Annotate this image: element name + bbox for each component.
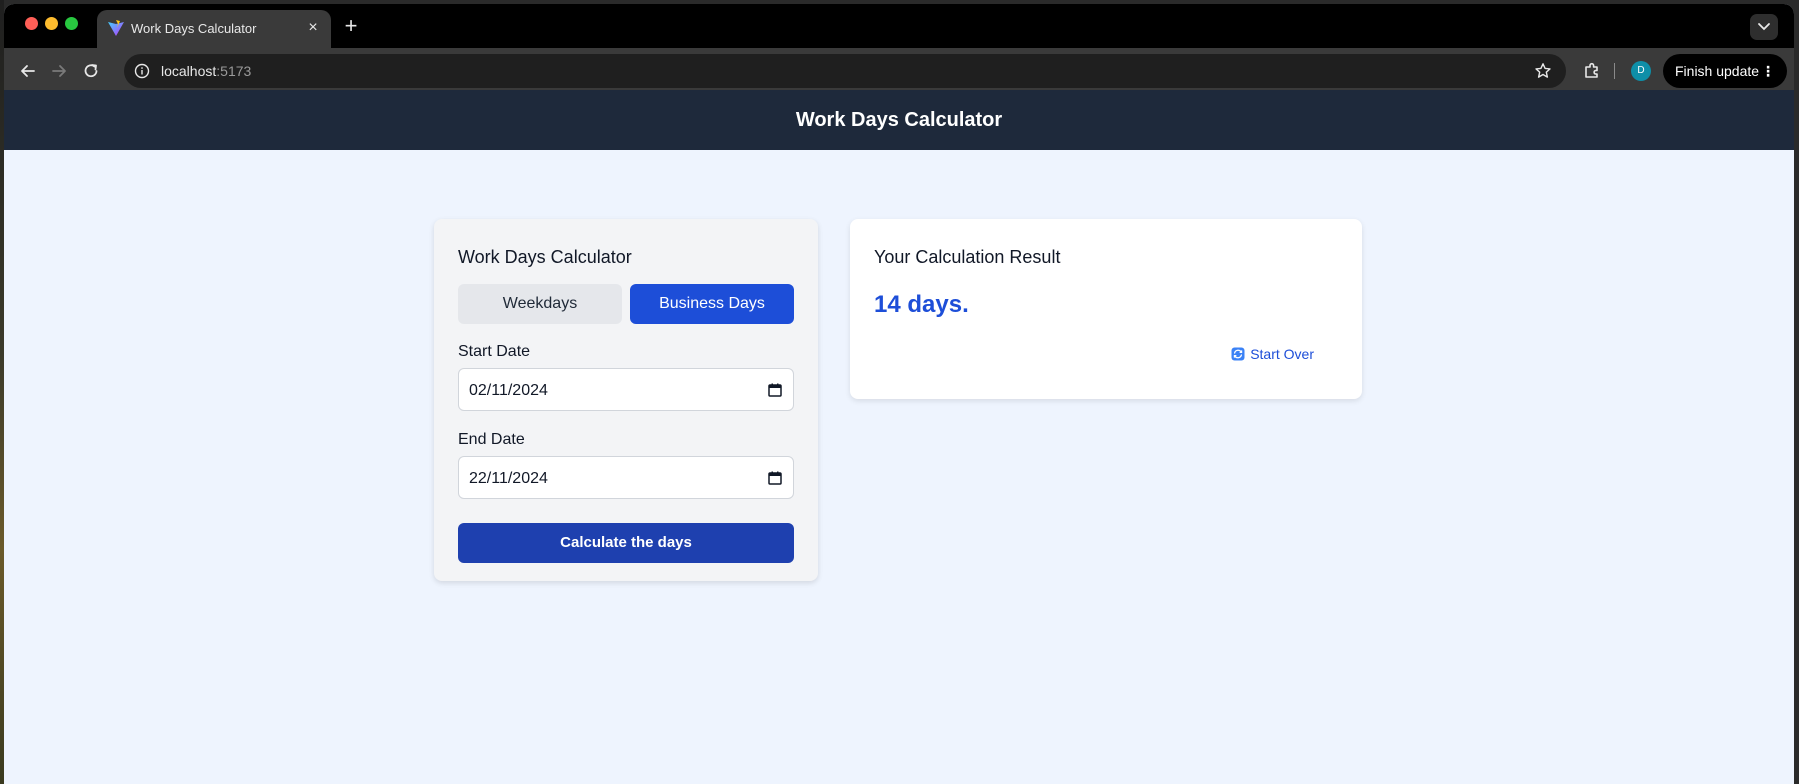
address-bar[interactable]: localhost:5173 bbox=[124, 54, 1566, 88]
business-days-toggle-button[interactable]: Business Days bbox=[630, 284, 794, 324]
profile-avatar[interactable]: D bbox=[1631, 61, 1651, 81]
vite-logo-icon bbox=[108, 20, 124, 36]
start-date-input[interactable]: 02/11/2024 bbox=[458, 368, 794, 411]
site-info-icon[interactable] bbox=[134, 63, 150, 79]
back-arrow-icon[interactable] bbox=[18, 61, 38, 81]
refresh-icon bbox=[1231, 347, 1245, 361]
result-title: Your Calculation Result bbox=[874, 247, 1061, 267]
end-date-label: End Date bbox=[458, 431, 525, 448]
close-window-button[interactable] bbox=[25, 17, 38, 30]
url-port: :5173 bbox=[216, 63, 252, 79]
end-date-value: 22/11/2024 bbox=[469, 470, 548, 487]
start-date-value: 02/11/2024 bbox=[469, 382, 548, 399]
minimize-window-button[interactable] bbox=[45, 17, 58, 30]
chevron-down-icon bbox=[1758, 23, 1770, 31]
browser-toolbar: localhost:5173 D Finish update ⋮ bbox=[4, 48, 1794, 94]
result-value: 14 days. bbox=[874, 291, 969, 318]
browser-tab-active[interactable]: Work Days Calculator × bbox=[97, 10, 331, 48]
calculator-form-card: Work Days Calculator Weekdays Business D… bbox=[434, 219, 818, 581]
browser-window: Work Days Calculator × + localhost:5173 … bbox=[4, 4, 1794, 784]
tab-search-button[interactable] bbox=[1750, 14, 1778, 40]
tab-strip: Work Days Calculator × + bbox=[4, 4, 1794, 48]
more-menu-icon[interactable]: ⋮ bbox=[1761, 54, 1775, 88]
maximize-window-button[interactable] bbox=[65, 17, 78, 30]
calendar-icon[interactable] bbox=[767, 470, 783, 486]
toolbar-divider bbox=[1614, 63, 1615, 79]
end-date-input[interactable]: 22/11/2024 bbox=[458, 456, 794, 499]
start-over-label: Start Over bbox=[1250, 346, 1314, 362]
new-tab-button[interactable]: + bbox=[340, 15, 362, 38]
start-date-label: Start Date bbox=[458, 343, 531, 360]
app-header-title: Work Days Calculator bbox=[795, 109, 1003, 131]
calculate-button[interactable]: Calculate the days bbox=[458, 523, 794, 563]
reload-icon[interactable] bbox=[81, 61, 101, 81]
weekdays-toggle-button[interactable]: Weekdays bbox=[458, 284, 622, 324]
forward-arrow-icon[interactable] bbox=[49, 61, 69, 81]
tab-close-icon[interactable]: × bbox=[303, 18, 323, 38]
url-host: localhost bbox=[161, 63, 217, 79]
start-over-button[interactable]: Start Over bbox=[1231, 346, 1314, 362]
extensions-puzzle-icon[interactable] bbox=[1582, 61, 1602, 81]
form-title: Work Days Calculator bbox=[458, 247, 632, 267]
finish-update-label: Finish update bbox=[1675, 63, 1760, 79]
result-card: Your Calculation Result 14 days. Start O… bbox=[850, 219, 1362, 399]
tab-title: Work Days Calculator bbox=[131, 21, 257, 36]
finish-update-button[interactable]: Finish update ⋮ bbox=[1663, 54, 1787, 88]
app-header: Work Days Calculator bbox=[4, 90, 1794, 150]
calendar-icon[interactable] bbox=[767, 382, 783, 398]
url-text: localhost:5173 bbox=[161, 63, 251, 79]
bookmark-star-icon[interactable] bbox=[1534, 62, 1552, 80]
